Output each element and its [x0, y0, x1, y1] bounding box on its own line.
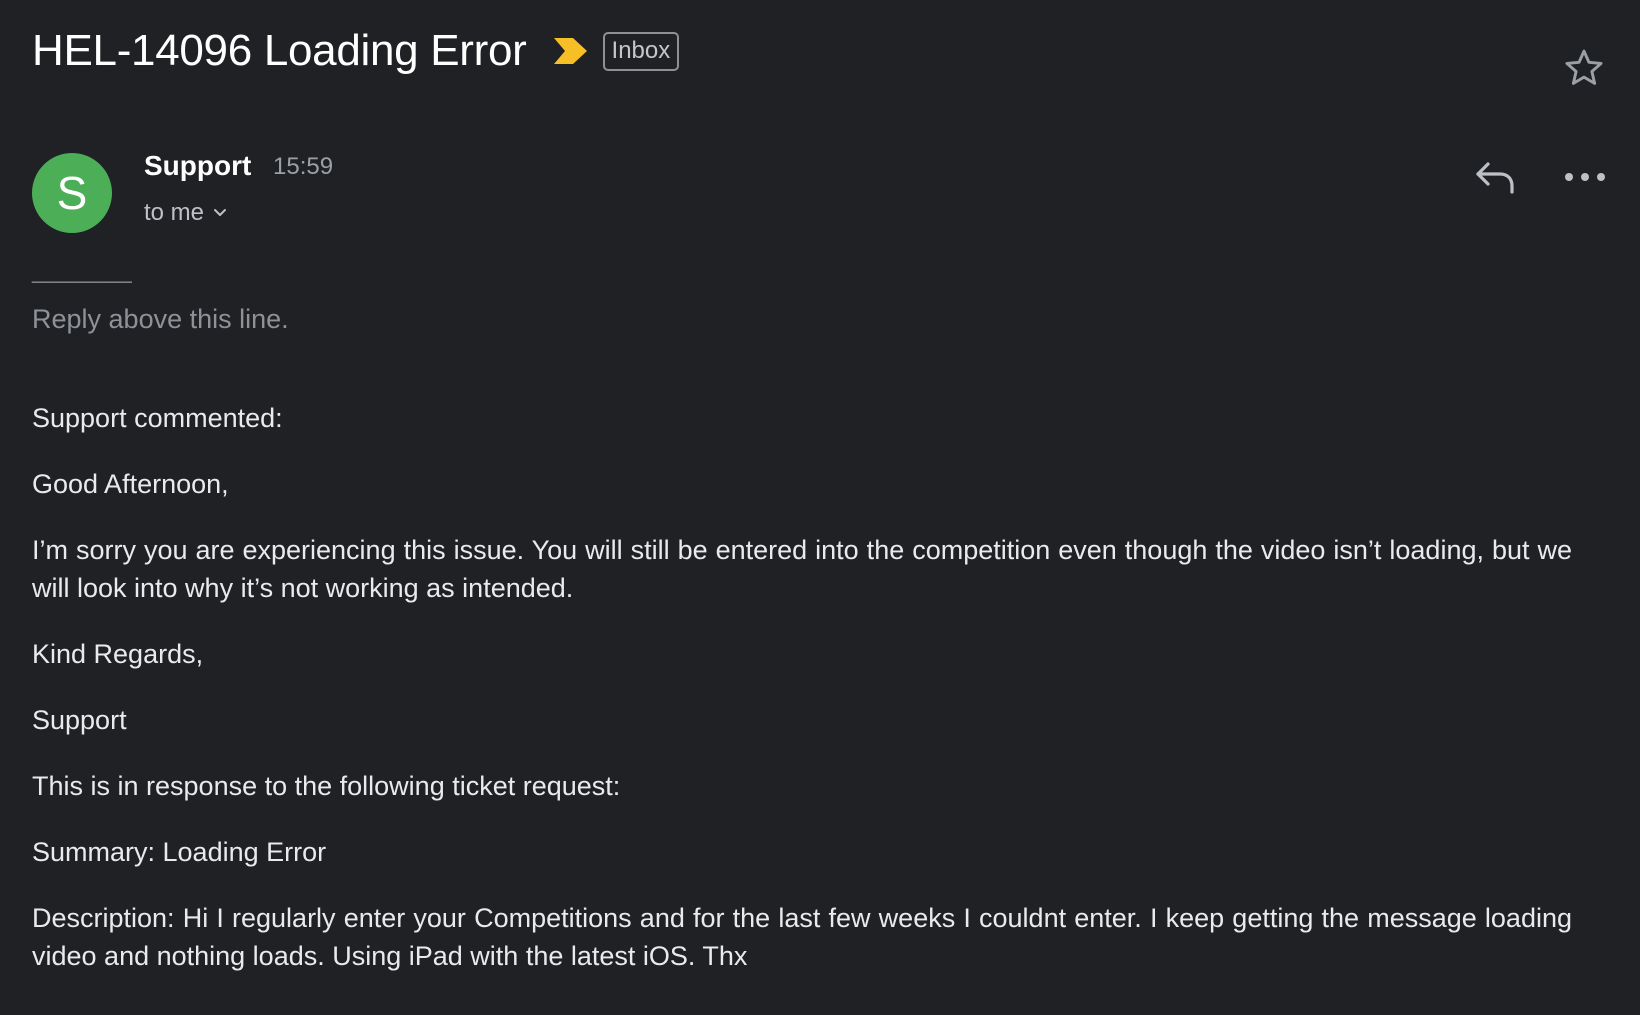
sent-time: 15:59	[273, 153, 334, 180]
more-options-icon[interactable]	[1562, 162, 1608, 192]
email-body: ________ Reply above this line. Support …	[32, 258, 1572, 975]
body-paragraph: Description: Hi I regularly enter your C…	[32, 903, 1572, 971]
sender-avatar[interactable]: S	[32, 153, 112, 233]
star-icon[interactable]	[1562, 46, 1606, 90]
recipients-label: to me	[144, 199, 205, 226]
recipients-toggle[interactable]: to me	[144, 199, 228, 227]
body-paragraph: Support commented:	[32, 403, 283, 433]
sender-name[interactable]: Support	[144, 150, 251, 182]
reply-divider: ________	[32, 257, 132, 284]
body-paragraph: Support	[32, 705, 127, 735]
chevron-down-icon	[214, 209, 227, 216]
body-paragraph: I’m sorry you are experiencing this issu…	[32, 535, 1572, 603]
reply-icon[interactable]	[1474, 158, 1518, 198]
inbox-label-chip[interactable]: Inbox	[602, 31, 680, 71]
body-paragraph: Kind Regards,	[32, 639, 204, 669]
body-paragraph: This is in response to the following tic…	[32, 771, 621, 801]
body-paragraph: Good Afternoon,	[32, 469, 229, 499]
subject-row: HEL-14096 Loading Error Inbox	[32, 26, 680, 76]
email-subject: HEL-14096 Loading Error	[32, 26, 527, 75]
importance-marker-icon[interactable]	[553, 36, 589, 66]
reply-hint: Reply above this line.	[32, 304, 289, 334]
body-paragraph: Summary: Loading Error	[32, 837, 327, 867]
